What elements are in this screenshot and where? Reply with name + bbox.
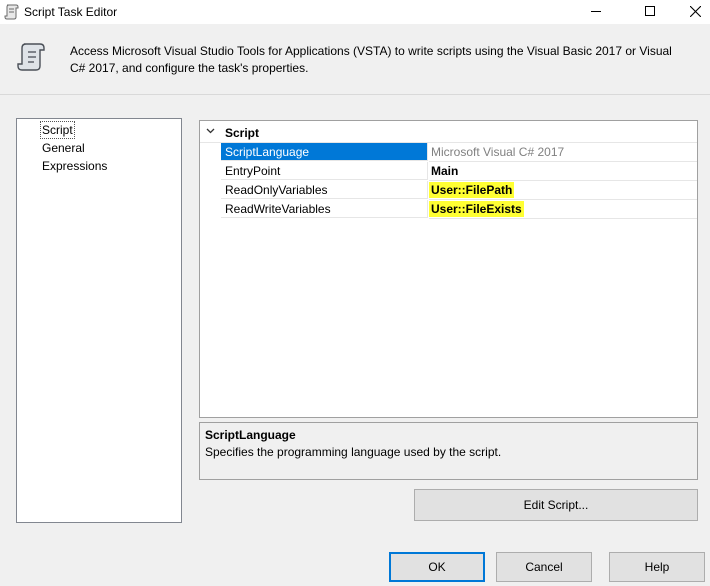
property-value[interactable]: User::FileExists bbox=[429, 200, 697, 219]
property-row-readonlyvariables[interactable]: ReadOnlyVariables User::FilePath bbox=[200, 181, 697, 200]
nav-item-general[interactable]: General bbox=[41, 140, 86, 156]
header-separator bbox=[0, 94, 710, 95]
property-grid[interactable]: Script ScriptLanguage Microsoft Visual C… bbox=[199, 120, 698, 418]
property-description-panel: ScriptLanguage Specifies the programming… bbox=[199, 422, 698, 480]
cancel-button[interactable]: Cancel bbox=[496, 552, 592, 582]
category-label: Script bbox=[225, 126, 260, 140]
category-row-script[interactable]: Script bbox=[200, 123, 697, 143]
property-value-text: Microsoft Visual C# 2017 bbox=[431, 145, 565, 159]
chevron-down-icon[interactable] bbox=[206, 128, 215, 134]
description-text: Specifies the programming language used … bbox=[205, 445, 502, 459]
script-scroll-icon bbox=[4, 4, 19, 20]
minimize-button[interactable] bbox=[573, 0, 619, 22]
maximize-icon bbox=[645, 6, 655, 16]
property-value[interactable]: Microsoft Visual C# 2017 bbox=[429, 143, 697, 162]
property-value-text: Main bbox=[431, 164, 459, 178]
property-name[interactable]: ReadOnlyVariables bbox=[221, 181, 428, 199]
property-value-text: User::FileExists bbox=[429, 201, 524, 217]
property-value-text: User::FilePath bbox=[429, 182, 515, 198]
ok-button[interactable]: OK bbox=[389, 552, 485, 582]
page-navigation-list[interactable]: Script General Expressions bbox=[16, 118, 182, 523]
property-row-entrypoint[interactable]: EntryPoint Main bbox=[200, 162, 697, 181]
property-value[interactable]: User::FilePath bbox=[429, 181, 697, 200]
description-title: ScriptLanguage bbox=[205, 428, 296, 442]
property-name[interactable]: ScriptLanguage bbox=[221, 143, 428, 161]
property-value[interactable]: Main bbox=[429, 162, 697, 181]
minimize-icon bbox=[591, 11, 601, 12]
script-task-icon bbox=[17, 43, 45, 71]
maximize-button[interactable] bbox=[627, 0, 673, 22]
edit-script-button[interactable]: Edit Script... bbox=[414, 489, 698, 521]
title-bar: Script Task Editor bbox=[0, 0, 710, 24]
close-button[interactable] bbox=[672, 0, 710, 22]
property-name[interactable]: EntryPoint bbox=[221, 162, 428, 180]
help-button[interactable]: Help bbox=[609, 552, 705, 582]
property-row-scriptlanguage[interactable]: ScriptLanguage Microsoft Visual C# 2017 bbox=[200, 143, 697, 162]
close-icon bbox=[689, 5, 701, 17]
nav-item-script[interactable]: Script bbox=[40, 121, 75, 139]
property-row-readwritevariables[interactable]: ReadWriteVariables User::FileExists bbox=[200, 200, 697, 219]
property-name[interactable]: ReadWriteVariables bbox=[221, 200, 428, 218]
window-title: Script Task Editor bbox=[24, 5, 118, 19]
header-description: Access Microsoft Visual Studio Tools for… bbox=[70, 44, 672, 75]
nav-item-expressions[interactable]: Expressions bbox=[41, 158, 108, 174]
